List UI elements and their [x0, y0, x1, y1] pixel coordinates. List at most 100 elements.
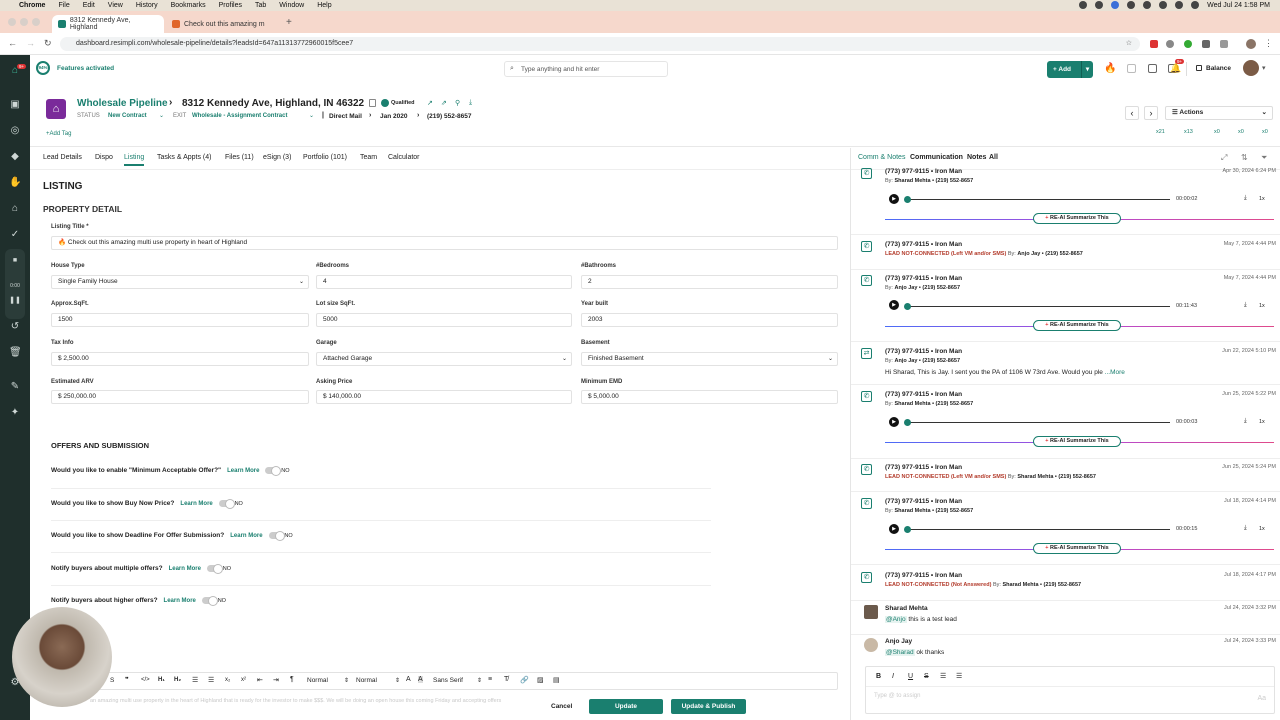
minimize-window-icon[interactable] — [20, 18, 28, 26]
menu-edit[interactable]: Edit — [83, 2, 95, 9]
actions-dropdown[interactable]: ☰ Actions ⌄ — [1165, 106, 1273, 120]
effects-icon[interactable]: ✦ — [9, 407, 21, 419]
play-icon[interactable]: ▶ — [889, 300, 899, 310]
expand-icon[interactable]: ⤢ — [1221, 153, 1227, 163]
target-icon[interactable]: ◎ — [9, 125, 21, 137]
back-icon[interactable]: ← — [8, 38, 17, 48]
audio-scrubber[interactable] — [904, 303, 911, 310]
update-button[interactable]: Update — [589, 699, 663, 714]
tab-dispo[interactable]: Dispo — [95, 154, 113, 161]
chevron-down-icon[interactable]: ⌄ — [159, 112, 164, 119]
ordered-list-icon[interactable]: ☰ — [192, 676, 198, 684]
count-badge[interactable]: x13 — [1184, 129, 1193, 135]
tab-listing[interactable]: Listing — [124, 154, 145, 166]
menu-clock[interactable]: Wed Jul 24 1:58 PM — [1207, 2, 1270, 9]
filter-icon[interactable]: ⏷ — [1261, 153, 1267, 163]
menu-file[interactable]: File — [58, 2, 69, 9]
audio-track[interactable] — [905, 199, 1170, 200]
year-built-field[interactable]: 2003 — [581, 313, 838, 327]
close-window-icon[interactable] — [8, 18, 16, 26]
trash-icon[interactable]: 🗑 — [9, 347, 22, 359]
restart-icon[interactable]: ↺ — [9, 321, 21, 333]
underline-icon[interactable]: U — [908, 673, 913, 680]
update-publish-button[interactable]: Update & Publish — [671, 699, 746, 714]
bell-icon[interactable]: 🔔 — [1170, 63, 1181, 74]
pipeline-link[interactable]: Wholesale Pipeline — [77, 98, 168, 109]
status-icon[interactable] — [1143, 1, 1152, 9]
bullet-list-icon[interactable]: ☰ — [208, 676, 214, 684]
status-dropdown[interactable]: New Contract — [108, 113, 147, 119]
tab-communication[interactable]: Communication — [910, 154, 963, 161]
arv-field[interactable]: $ 250,000.00 — [51, 390, 309, 404]
heading1-icon[interactable]: H₁ — [158, 677, 165, 683]
heading2-icon[interactable]: H₂ — [174, 677, 181, 683]
balance-label[interactable]: Balance — [1206, 65, 1231, 72]
ai-summarize-button[interactable]: + RE-AI Summarize This — [1033, 436, 1121, 447]
home-icon[interactable]: ⌂ — [9, 203, 21, 215]
bedrooms-field[interactable]: 4 — [316, 275, 572, 289]
menu-help[interactable]: Help — [317, 2, 331, 9]
pause-icon[interactable]: ❚❚ — [9, 295, 21, 307]
forward-icon[interactable]: → — [26, 38, 35, 48]
clipboard-icon[interactable] — [1127, 64, 1136, 73]
extensions-puzzle-icon[interactable] — [1220, 40, 1228, 48]
code-icon[interactable]: </> — [141, 677, 150, 683]
count-badge[interactable]: x0 — [1238, 129, 1244, 135]
bookmark-star-icon[interactable]: ☆ — [1126, 37, 1132, 51]
min-emd-field[interactable]: $ 5,000.00 — [581, 390, 838, 404]
audio-scrubber[interactable] — [904, 419, 911, 426]
next-lead-button[interactable]: › — [1144, 106, 1158, 120]
download-icon[interactable]: ⤓ — [1244, 195, 1247, 202]
share-icon[interactable]: ⇗ — [441, 99, 447, 107]
menu-tab[interactable]: Tab — [255, 2, 266, 9]
user-avatar[interactable] — [1243, 60, 1259, 76]
tab-lead-details[interactable]: Lead Details — [43, 154, 82, 161]
download-icon[interactable]: ⤓ — [1244, 302, 1247, 309]
hand-icon[interactable]: ✋ — [9, 177, 21, 189]
battery-icon[interactable] — [1159, 1, 1168, 9]
tab-comm-notes[interactable]: Comm & Notes — [858, 154, 905, 161]
menu-history[interactable]: History — [136, 2, 158, 9]
mention[interactable]: @Anjo — [885, 616, 907, 623]
play-icon[interactable]: ▶ — [889, 194, 899, 204]
note-input[interactable]: Type @ to assign — [874, 693, 920, 699]
dashboard-icon[interactable] — [1148, 64, 1157, 73]
cancel-button[interactable]: Cancel — [551, 703, 572, 710]
menu-profiles[interactable]: Profiles — [219, 2, 242, 9]
tab-notes[interactable]: Notes — [967, 154, 986, 161]
bold-icon[interactable]: B — [876, 673, 881, 680]
search-icon[interactable] — [1191, 1, 1200, 9]
header-select[interactable]: Normal — [356, 677, 377, 684]
download-icon[interactable]: ⤓ — [1244, 525, 1247, 532]
speed-button[interactable]: 1x — [1259, 303, 1265, 309]
clear-format-icon[interactable]: T̸ — [504, 676, 508, 683]
learn-more-link[interactable]: Learn More — [164, 598, 196, 604]
fire-icon[interactable]: 🔥 — [1104, 63, 1116, 74]
speed-button[interactable]: 1x — [1259, 419, 1265, 425]
check-circle-icon[interactable]: ✓ — [9, 229, 21, 241]
mention-button[interactable]: Aa — [1257, 695, 1266, 702]
sqft-field[interactable]: 1500 — [51, 313, 309, 327]
add-button[interactable]: + Add ▾ — [1047, 61, 1093, 78]
align-icon[interactable]: ≡ — [488, 676, 492, 683]
extension-icon[interactable] — [1150, 40, 1158, 48]
chevron-down-icon[interactable]: ▾ — [1081, 61, 1093, 78]
download-icon[interactable]: ⤓ — [469, 99, 472, 107]
mention[interactable]: @Sharad — [885, 649, 915, 656]
copy-icon[interactable] — [369, 99, 376, 107]
global-search[interactable]: ⌕ Type anything and hit enter — [504, 61, 668, 77]
audio-scrubber[interactable] — [904, 526, 911, 533]
image-icon[interactable]: ▨ — [537, 676, 544, 684]
chevron-down-icon[interactable]: ⌄ — [309, 112, 314, 119]
speed-button[interactable]: 1x — [1259, 196, 1265, 202]
learn-more-link[interactable]: Learn More — [169, 566, 201, 572]
bullet-list-icon[interactable]: ☰ — [956, 672, 962, 680]
learn-more-link[interactable]: Learn More — [230, 533, 262, 539]
menu-app[interactable]: Chrome — [19, 2, 45, 9]
highlight-icon[interactable]: A — [418, 676, 423, 683]
audio-scrubber[interactable] — [904, 196, 911, 203]
new-tab-icon[interactable]: + — [286, 17, 292, 28]
tab-esign[interactable]: eSign (3) — [263, 154, 291, 161]
asking-price-field[interactable]: $ 140,000.00 — [316, 390, 572, 404]
download-icon[interactable]: ⤓ — [1244, 418, 1247, 425]
